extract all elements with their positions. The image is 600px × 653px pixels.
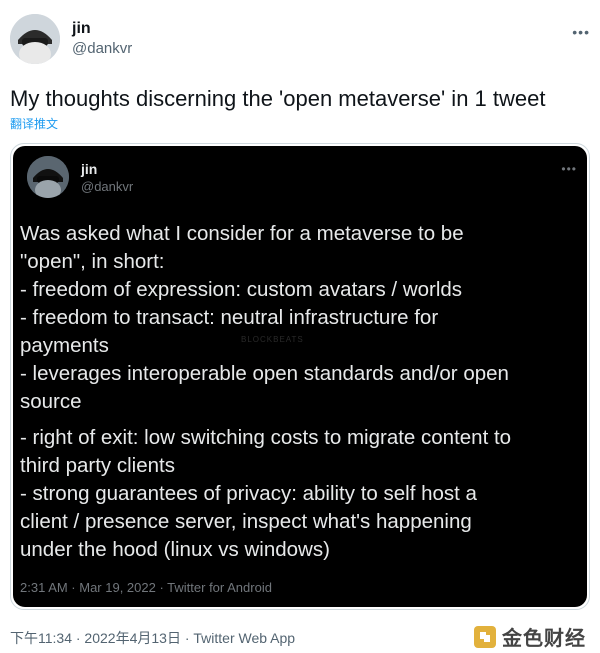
quoted-text-line: under the hood (linux vs windows): [20, 538, 330, 561]
quoted-tweet-body: Was asked what I consider for a metavers…: [20, 220, 587, 564]
watermark: BLOCKBEATS: [241, 335, 304, 344]
brand-name: 金色财经: [502, 628, 586, 650]
avatar[interactable]: [10, 14, 60, 64]
quoted-author-name: jin: [81, 161, 98, 177]
quoted-text-line: source: [20, 390, 82, 413]
quoted-author-handle: @dankvr: [81, 179, 134, 194]
quoted-text-line: "open", in short:: [20, 250, 165, 273]
author-handle[interactable]: @dankvr: [72, 40, 132, 57]
translate-tweet-link[interactable]: 翻译推文: [10, 115, 58, 132]
quoted-tweet-screenshot: jin @dankvr ••• Was asked what I conside…: [13, 146, 587, 607]
quoted-text-line: - leverages interoperable open standards…: [20, 362, 509, 385]
quoted-more-icon: •••: [561, 162, 577, 176]
quoted-tweet-card[interactable]: jin @dankvr ••• Was asked what I conside…: [10, 143, 590, 610]
quoted-text-line: - freedom to transact: neutral infrastru…: [20, 306, 439, 329]
tweet-meta[interactable]: 下午11:34 · 2022年4月13日 · Twitter Web App: [10, 628, 295, 648]
quoted-text-line: - strong guarantees of privacy: ability …: [20, 482, 477, 505]
quoted-text-line: Was asked what I consider for a metavers…: [20, 222, 464, 245]
outer-tweet-header: jin @dankvr •••: [10, 14, 590, 66]
quoted-text-line: client / presence server, inspect what's…: [20, 510, 472, 533]
tweet-text: My thoughts discerning the 'open metaver…: [10, 86, 546, 111]
quoted-text-line: - right of exit: low switching costs to …: [20, 426, 512, 449]
avatar-icon: [10, 14, 60, 64]
quoted-text-line: third party clients: [20, 454, 175, 477]
brand-logo-icon: [474, 625, 496, 648]
quoted-avatar: [27, 156, 69, 198]
more-options-icon[interactable]: •••: [572, 24, 590, 40]
quoted-tweet-meta: 2:31 AM · Mar 19, 2022 · Twitter for And…: [20, 580, 272, 595]
brand-watermark: 金色财经: [474, 622, 586, 651]
author-name[interactable]: jin: [72, 20, 91, 38]
avatar-icon: [27, 156, 69, 198]
quoted-text-line: - freedom of expression: custom avatars …: [20, 278, 463, 301]
